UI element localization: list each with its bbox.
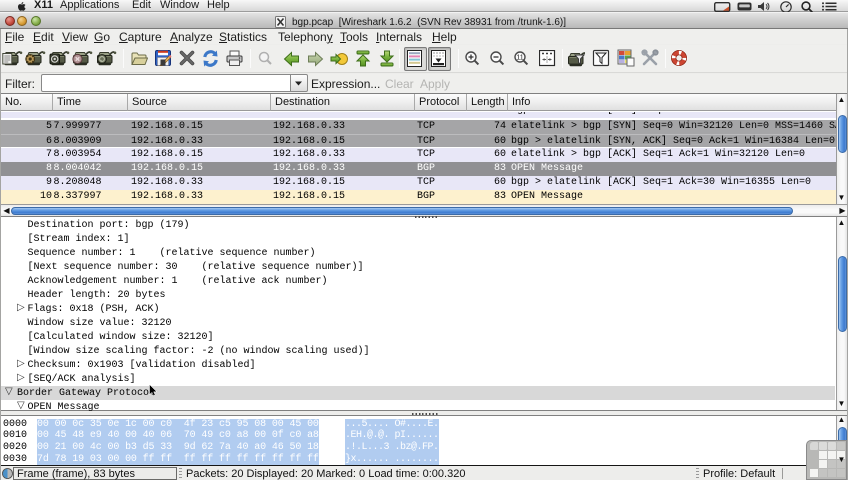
svg-text:11: 11 [516,55,523,62]
